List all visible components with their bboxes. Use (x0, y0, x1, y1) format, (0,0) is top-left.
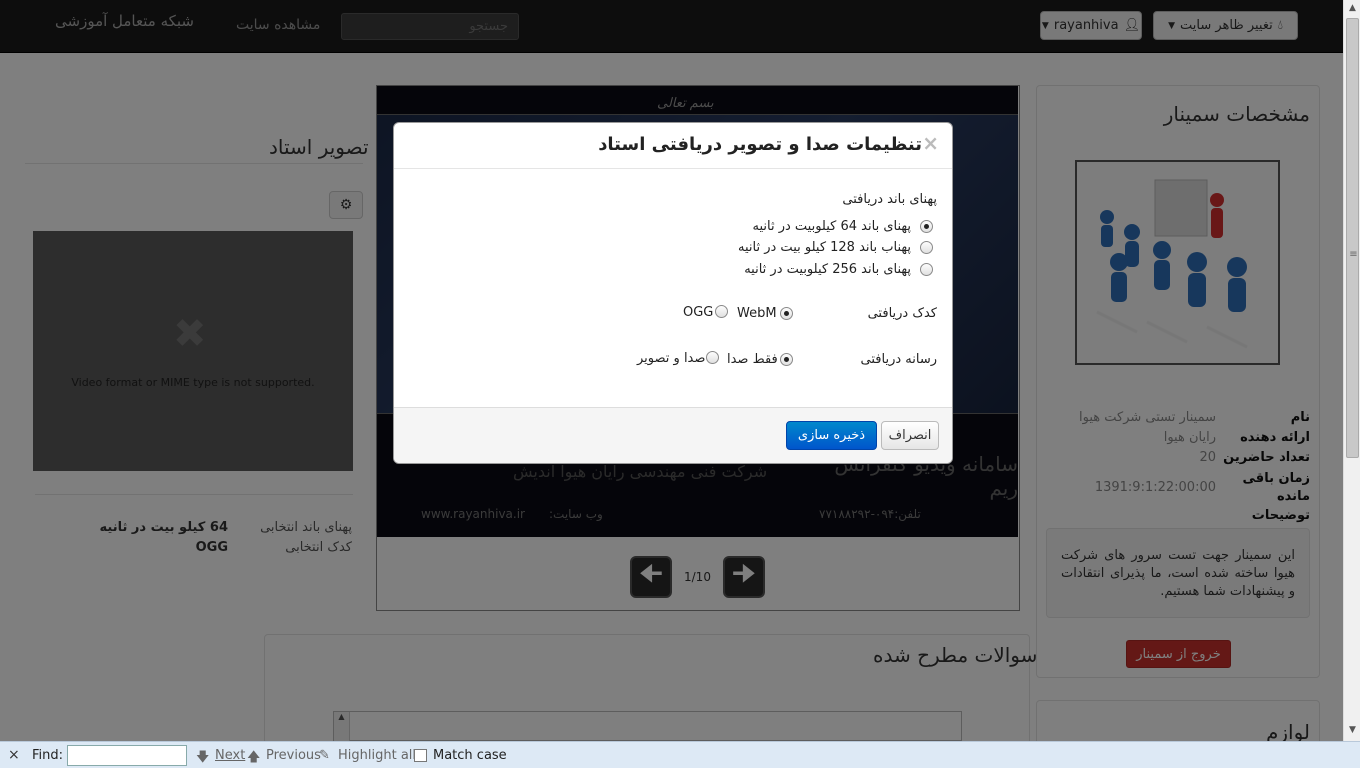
codec-webm-radio[interactable] (780, 307, 793, 320)
modal-footer: ذخیره سازی انصراف (394, 407, 952, 463)
bandwidth-256-radio[interactable] (920, 263, 933, 276)
bandwidth-64-radio[interactable] (920, 220, 933, 233)
highlight-all-button[interactable]: Highlight all (338, 748, 416, 763)
close-icon[interactable]: × (922, 131, 939, 155)
media-audio-only-radio[interactable] (780, 353, 793, 366)
bandwidth-128-label[interactable]: پهناب باند 128 کیلو بیت در ثانیه (738, 240, 911, 255)
codec-webm-label[interactable]: WebM (737, 306, 777, 321)
codec-ogg-radio[interactable] (715, 305, 728, 318)
cancel-button[interactable]: انصراف (881, 421, 939, 450)
av-settings-modal: × تنظیمات صدا و تصویر دریافتی استاد پهنا… (393, 122, 953, 464)
bandwidth-256-label[interactable]: پهنای باند 256 کیلوبیت در ثانیه (744, 262, 911, 277)
scrollbar-thumb[interactable]: ≡ (1346, 18, 1359, 458)
find-input[interactable] (67, 745, 187, 766)
grip-icon: ≡ (1349, 249, 1358, 260)
codec-ogg-label[interactable]: OGG (683, 305, 713, 320)
media-audio-video-label[interactable]: صدا و تصویر (637, 351, 705, 366)
highlighter-icon: ✎ (319, 748, 330, 763)
match-case-label[interactable]: Match case (433, 748, 507, 763)
bandwidth-128-radio[interactable] (920, 241, 933, 254)
media-audio-only-label[interactable]: فقط صدا (727, 352, 778, 367)
find-next-button[interactable]: Next (215, 748, 245, 763)
arrow-up-icon[interactable]: 🡅 (247, 748, 260, 768)
save-button[interactable]: ذخیره سازی (786, 421, 877, 450)
codec-label: کدک دریافتی (867, 306, 937, 321)
media-audio-video-radio[interactable] (706, 351, 719, 364)
page-scrollbar[interactable]: ▲ ≡ ▼ (1343, 0, 1360, 741)
match-case-checkbox[interactable] (414, 749, 427, 762)
bandwidth-64-label[interactable]: پهنای باند 64 کیلوبیت در ثانیه (752, 219, 911, 234)
scroll-down-icon[interactable]: ▼ (1344, 722, 1360, 739)
close-icon[interactable]: × (8, 747, 20, 763)
arrow-down-icon[interactable]: 🡇 (196, 748, 209, 768)
media-label: رسانه دریافتی (860, 352, 937, 367)
bandwidth-label: پهنای باند دریافتی (842, 192, 937, 207)
modal-title: تنظیمات صدا و تصویر دریافتی استاد (598, 134, 922, 155)
modal-header: × تنظیمات صدا و تصویر دریافتی استاد (394, 123, 952, 169)
scroll-up-icon[interactable]: ▲ (1344, 0, 1360, 17)
find-label: Find: (32, 748, 64, 763)
find-bar: × Find: 🡇 Next 🡅 Previous ✎ Highlight al… (0, 741, 1360, 768)
find-previous-button[interactable]: Previous (266, 748, 321, 763)
